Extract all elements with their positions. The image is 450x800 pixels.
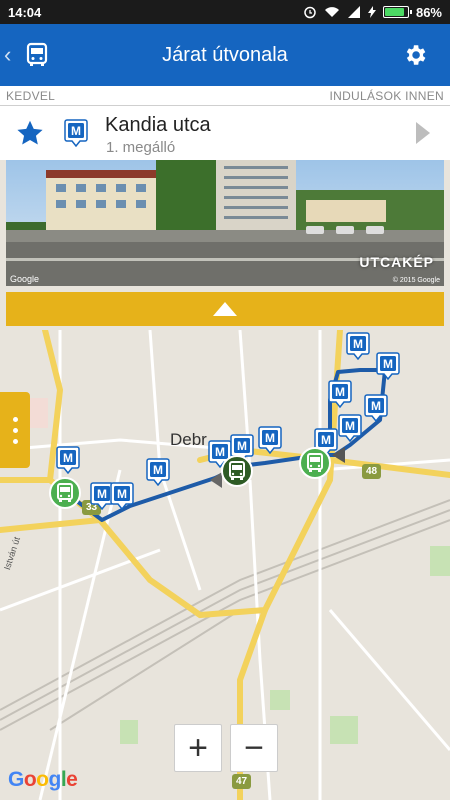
app-bar: ‹ Járat útvonala xyxy=(0,24,450,86)
street-copyright: © 2015 Google xyxy=(392,277,440,284)
collapse-button[interactable] xyxy=(6,292,444,326)
favorite-label[interactable]: KEDVEL xyxy=(6,89,55,103)
zoom-in-button[interactable]: + xyxy=(174,724,222,772)
chevron-left-icon[interactable]: ‹ xyxy=(4,42,22,68)
status-time: 14:04 xyxy=(8,4,42,20)
gear-icon[interactable] xyxy=(402,42,428,68)
metro-stop-icon[interactable]: M xyxy=(364,394,388,423)
bus-stop-start-icon[interactable] xyxy=(48,476,82,510)
svg-text:M: M xyxy=(117,487,127,501)
alarm-icon xyxy=(304,6,316,19)
svg-text:M: M xyxy=(97,487,107,501)
svg-text:M: M xyxy=(335,385,345,399)
stop-name: Kandia utca xyxy=(105,114,211,136)
stop-sequence: 1. megálló xyxy=(106,139,176,156)
svg-text:M: M xyxy=(153,463,163,477)
bus-current-position-icon[interactable] xyxy=(220,454,254,488)
svg-text:M: M xyxy=(237,439,247,453)
svg-text:M: M xyxy=(383,357,393,371)
departures-label[interactable]: INDULÁSOK INNEN xyxy=(329,89,444,103)
svg-text:M: M xyxy=(265,431,275,445)
svg-text:M: M xyxy=(353,337,363,351)
street-google-logo: Google xyxy=(10,274,40,284)
metro-stop-icon[interactable]: M xyxy=(146,458,170,487)
svg-text:M: M xyxy=(63,451,73,465)
bus-icon[interactable] xyxy=(24,42,50,68)
svg-text:M: M xyxy=(345,419,355,433)
road-shield-47: 47 xyxy=(232,774,252,789)
metro-stop-icon[interactable]: M xyxy=(56,446,80,475)
wifi-icon xyxy=(324,7,339,17)
map-city-label: Debr xyxy=(170,430,207,449)
metro-stop-icon[interactable]: M xyxy=(376,352,400,381)
page-title: Járat útvonala xyxy=(162,43,288,66)
svg-text:M: M xyxy=(321,433,331,447)
battery-icon xyxy=(382,6,412,18)
charging-icon xyxy=(367,6,376,18)
metro-stop-icon[interactable]: M xyxy=(346,332,370,361)
bus-stop-end-icon[interactable] xyxy=(298,446,332,480)
svg-text:M: M xyxy=(371,399,381,413)
star-icon[interactable] xyxy=(16,119,44,147)
svg-text:M: M xyxy=(71,124,81,138)
metro-stop-icon: M xyxy=(64,119,88,147)
metro-stop-icon[interactable]: M xyxy=(328,380,352,409)
metro-stop-icon[interactable]: M xyxy=(258,426,282,455)
status-bar: 14:04 86% xyxy=(0,0,450,24)
route-map[interactable]: Debr István út 33 48 47 M M M M M M M M … xyxy=(0,330,450,800)
google-logo: Google xyxy=(8,768,78,791)
road-shield-48: 48 xyxy=(362,464,382,479)
street-view-image[interactable]: UTCAKÉP Google © 2015 Google xyxy=(6,160,444,286)
metro-stop-icon[interactable]: M xyxy=(110,482,134,511)
chevron-right-icon[interactable] xyxy=(414,120,432,146)
stop-row[interactable]: M Kandia utca 1. megálló xyxy=(0,106,450,160)
header-strip: KEDVEL INDULÁSOK INNEN xyxy=(0,86,450,106)
street-view-label: UTCAKÉP xyxy=(359,254,434,270)
chevron-up-icon xyxy=(213,302,237,316)
metro-stop-icon[interactable]: M xyxy=(338,414,362,443)
signal-icon xyxy=(347,6,360,18)
battery-percent: 86% xyxy=(415,4,442,20)
side-menu-handle[interactable] xyxy=(0,392,30,468)
zoom-out-button[interactable]: − xyxy=(230,724,278,772)
